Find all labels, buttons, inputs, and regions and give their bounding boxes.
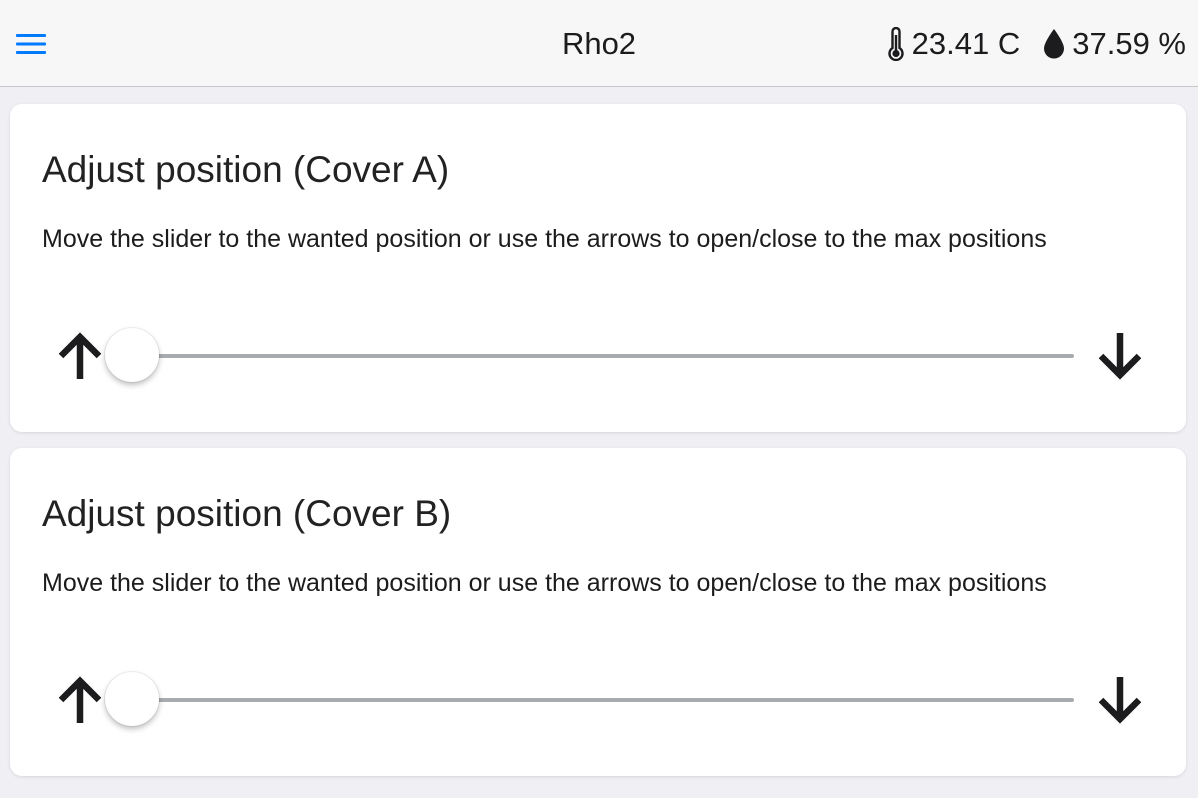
cover-a-open-button[interactable] [50,326,110,386]
cover-b-card: Adjust position (Cover B) Move the slide… [10,448,1186,776]
arrow-up-icon [58,332,102,379]
temperature-value: 23.41 C [911,26,1021,61]
cover-a-slider-track[interactable] [105,328,1074,382]
arrow-down-icon [1098,677,1142,724]
cover-a-description: Move the slider to the wanted position o… [42,225,1047,253]
navigation-bar: Rho2 23.41 C 37.59 % [0,0,1198,87]
cover-b-slider-row [50,670,1150,730]
humidity-reading: 37.59 % [1042,26,1186,62]
cover-a-title: Adjust position (Cover A) [42,149,450,190]
temperature-reading: 23.41 C [886,26,1021,62]
arrow-up-icon [58,676,102,723]
sensor-status: 23.41 C 37.59 % [886,26,1186,62]
cover-a-close-button[interactable] [1090,326,1150,386]
cover-b-description: Move the slider to the wanted position o… [42,569,1047,597]
thermometer-icon [887,27,904,61]
menu-icon [16,34,46,54]
cover-b-slider-track[interactable] [105,672,1074,726]
arrow-down-icon [1098,333,1142,380]
cover-a-slider-thumb[interactable] [105,328,159,382]
cover-a-card: Adjust position (Cover A) Move the slide… [10,104,1186,432]
cover-b-title: Adjust position (Cover B) [42,493,452,534]
cover-b-close-button[interactable] [1090,670,1150,730]
cover-b-open-button[interactable] [50,670,110,730]
menu-button[interactable] [10,26,52,62]
humidity-value: 37.59 % [1072,26,1186,61]
cover-a-slider-row [50,326,1150,386]
water-drop-icon [1044,29,1065,59]
cover-b-slider-thumb[interactable] [105,672,159,726]
